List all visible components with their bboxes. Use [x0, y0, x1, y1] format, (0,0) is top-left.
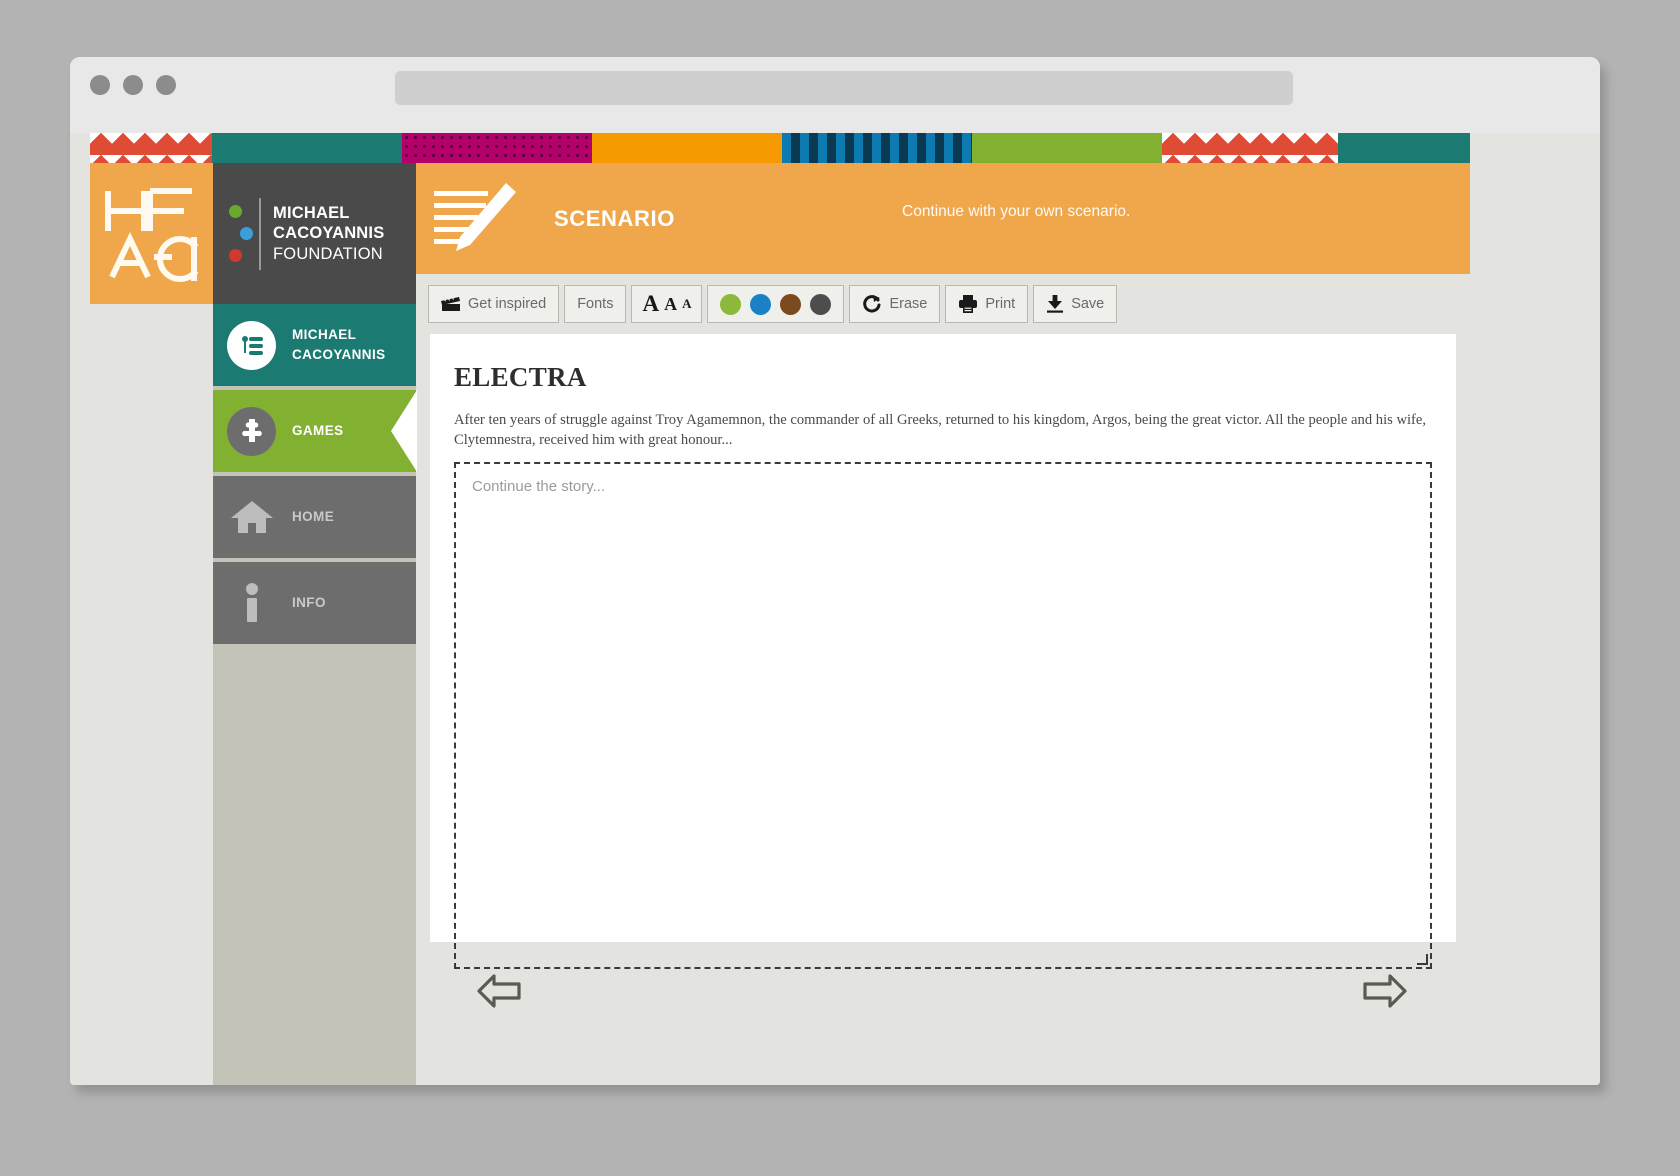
stripe-green-solid [972, 133, 1162, 163]
brand-line-2: CACOYANNIS [273, 224, 385, 243]
stripe-magenta-dotted [402, 133, 592, 163]
stripe-teal-solid [212, 133, 402, 163]
puzzle-piece-icon [227, 406, 276, 456]
decorative-stripe-band [90, 133, 1470, 163]
sidebar-nav: MICHAEL CACOYANNIS GAMES HOME INFO [213, 304, 417, 1085]
sidebar-item-home[interactable]: HOME [213, 476, 416, 558]
stripe-red-zigzag-2 [1162, 133, 1338, 163]
info-icon [227, 579, 276, 628]
font-size-large-button[interactable]: A [642, 291, 659, 317]
font-size-group: A A A [631, 285, 703, 323]
color-swatch-group [707, 285, 845, 323]
brand-text: MICHAEL CACOYANNIS FOUNDATION [273, 203, 384, 263]
page-subtitle: Continue with your own scenario. [902, 203, 1131, 220]
brand-dots [229, 205, 253, 262]
maximize-dot[interactable] [156, 75, 176, 95]
browser-window: MICHAEL CACOYANNIS FOUNDATION MICHAEL CA… [70, 57, 1600, 1085]
clapperboard-icon [441, 296, 461, 312]
color-swatch-green[interactable] [720, 293, 742, 315]
editor-toolbar: Get inspired Fonts A A A Erase Print Sav… [416, 274, 1470, 334]
document-list-icon [227, 320, 276, 370]
sidebar-label-line-1: MICHAEL [292, 327, 357, 343]
print-button[interactable]: Print [945, 285, 1029, 323]
color-swatch-dark[interactable] [810, 293, 832, 315]
main-content: SCENARIO Continue with your own scenario… [416, 163, 1470, 1085]
brand-line-1: MICHAEL [273, 204, 350, 223]
sidebar-item-label: MICHAEL CACOYANNIS [292, 325, 386, 364]
story-editor[interactable]: Continue the story... [454, 462, 1432, 970]
sidebar-item-label: GAMES [292, 423, 344, 439]
get-inspired-button[interactable]: Get inspired [428, 285, 560, 323]
printer-icon [958, 295, 978, 313]
print-label: Print [985, 296, 1016, 312]
sidebar-label-line-2: CACOYANNIS [292, 347, 386, 362]
sidebar-item-label: INFO [292, 595, 326, 611]
browser-chrome [70, 57, 1600, 133]
erase-button[interactable]: Erase [849, 285, 941, 323]
sidebar-item-michael-cacoyannis[interactable]: MICHAEL CACOYANNIS [213, 304, 416, 386]
stripe-teal-solid-2 [1338, 133, 1470, 163]
page-viewport: MICHAEL CACOYANNIS FOUNDATION MICHAEL CA… [70, 133, 1600, 1085]
save-button[interactable]: Save [1033, 285, 1118, 323]
sidebar-item-games[interactable]: GAMES [213, 390, 417, 472]
brand-dot-red [229, 249, 242, 262]
fonts-button[interactable]: Fonts [564, 285, 627, 323]
brand-divider [259, 197, 261, 270]
erase-label: Erase [889, 296, 928, 312]
brand-dot-green [229, 205, 242, 218]
minimize-dot[interactable] [123, 75, 143, 95]
previous-page-button[interactable] [476, 970, 522, 1012]
page-navigation [416, 942, 1470, 1055]
get-inspired-label: Get inspired [468, 296, 547, 312]
page-title: SCENARIO [554, 205, 675, 231]
stripe-blue-vertical [782, 133, 972, 163]
stripe-red-zigzag [90, 133, 212, 163]
pencil-writing-icon [434, 182, 516, 251]
sidebar-item-info[interactable]: INFO [213, 562, 416, 644]
address-bar[interactable] [395, 71, 1293, 105]
story-editor-placeholder: Continue the story... [472, 478, 606, 496]
stripe-orange-solid [592, 133, 782, 163]
window-controls [90, 75, 176, 95]
download-arrow-icon [1046, 295, 1064, 313]
document-pane: ELECTRA After ten years of struggle agai… [430, 334, 1456, 970]
document-title: ELECTRA [454, 362, 587, 392]
page-header: SCENARIO Continue with your own scenario… [416, 163, 1470, 274]
foundation-brand: MICHAEL CACOYANNIS FOUNDATION [213, 163, 416, 304]
the-a-c-logo-icon [105, 188, 199, 282]
brand-dot-blue [240, 227, 253, 240]
brand-line-3: FOUNDATION [273, 244, 383, 263]
home-icon [227, 493, 276, 542]
save-label: Save [1071, 296, 1105, 312]
color-swatch-brown[interactable] [780, 293, 802, 315]
font-size-medium-button[interactable]: A [664, 294, 677, 315]
document-body-text: After ten years of struggle against Troy… [454, 412, 1427, 448]
next-page-button[interactable] [1362, 970, 1408, 1012]
close-dot[interactable] [90, 75, 110, 95]
color-swatch-blue[interactable] [750, 293, 772, 315]
site-logo[interactable] [90, 163, 213, 304]
refresh-arrow-icon [862, 294, 882, 314]
sidebar-item-label: HOME [292, 509, 335, 525]
font-size-small-button[interactable]: A [682, 296, 691, 312]
fonts-label: Fonts [577, 296, 614, 312]
